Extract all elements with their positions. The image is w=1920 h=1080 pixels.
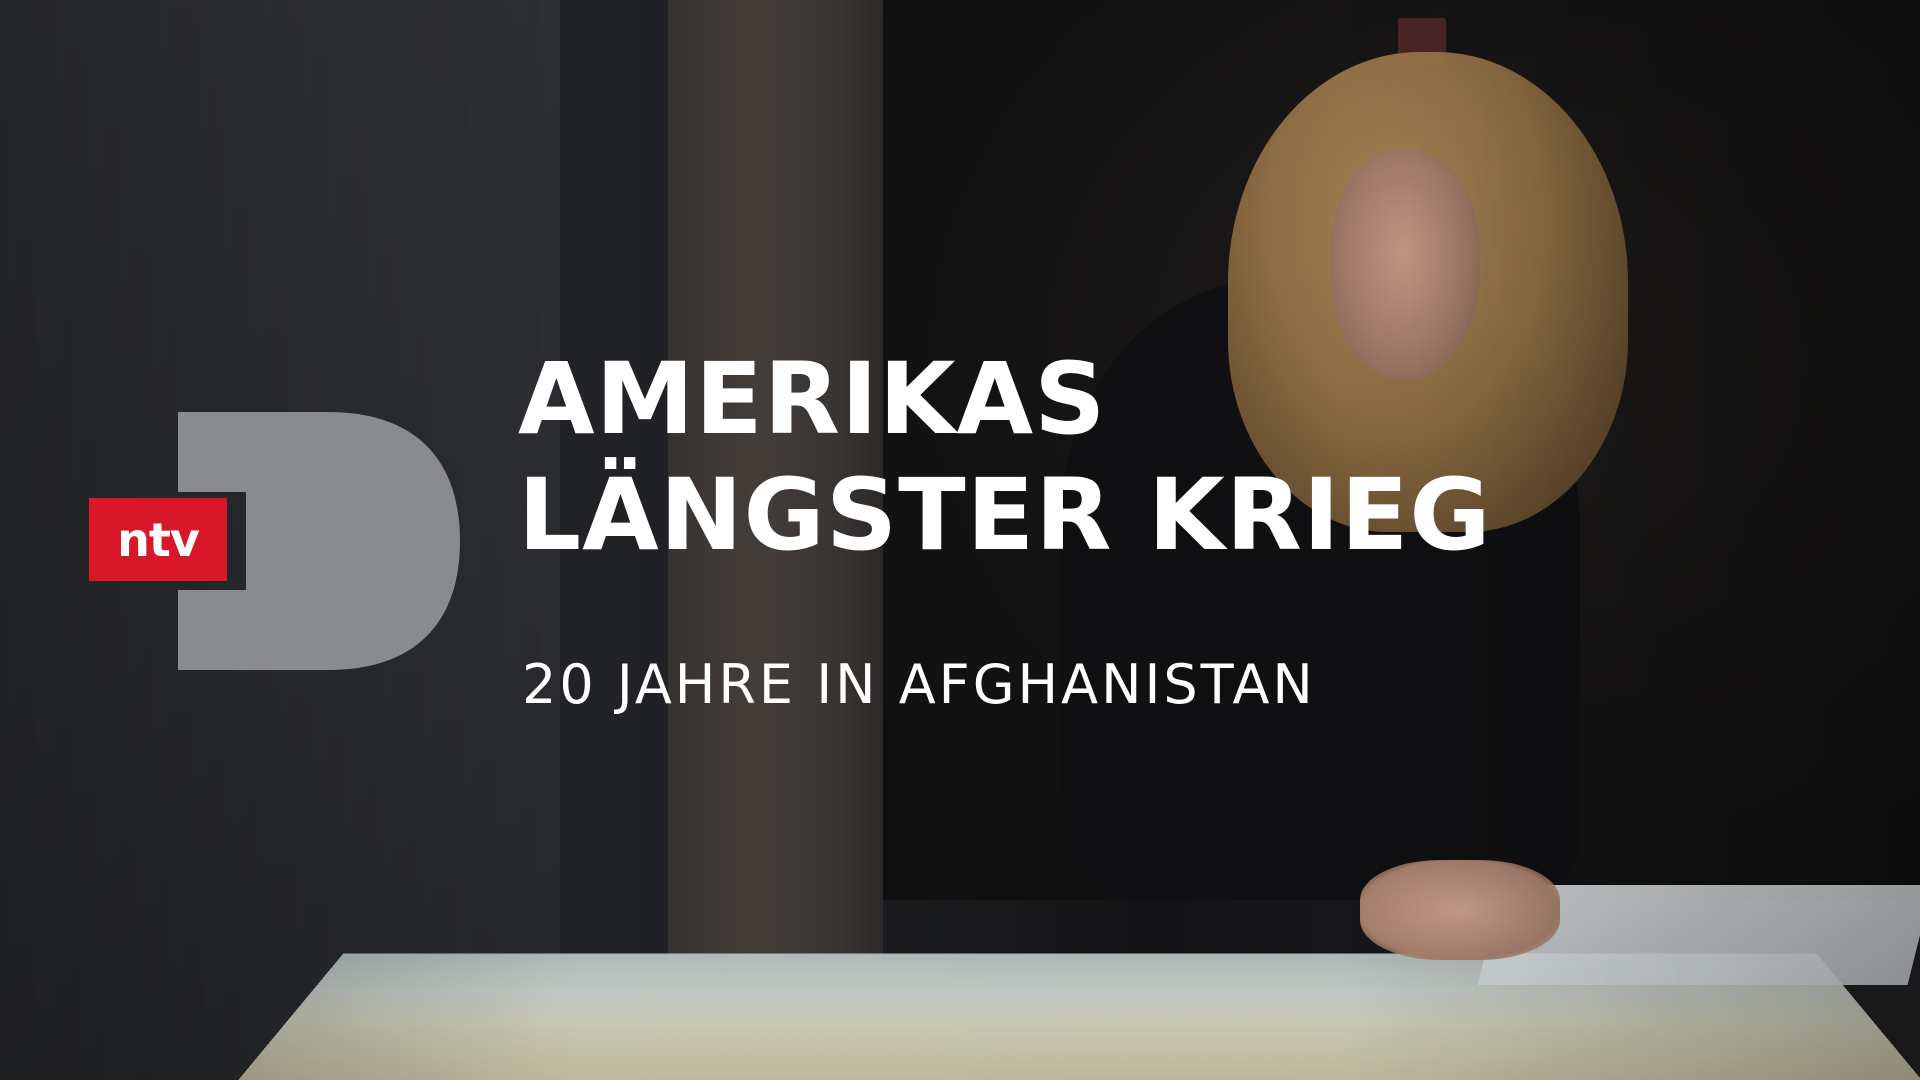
show-subtitle: 20 JAHRE IN AFGHANISTAN xyxy=(522,653,1316,716)
show-title-line1: AMERIKAS xyxy=(518,342,1107,457)
title-card: ntv AMERIKAS LÄNGSTER KRIEG 20 JAHRE IN … xyxy=(0,0,1920,1080)
ntv-logo-text: ntv xyxy=(117,512,200,567)
show-title: AMERIKAS LÄNGSTER KRIEG xyxy=(518,342,1492,574)
show-title-line2: LÄNGSTER KRIEG xyxy=(518,458,1492,573)
ntv-logo: ntv xyxy=(89,498,227,581)
